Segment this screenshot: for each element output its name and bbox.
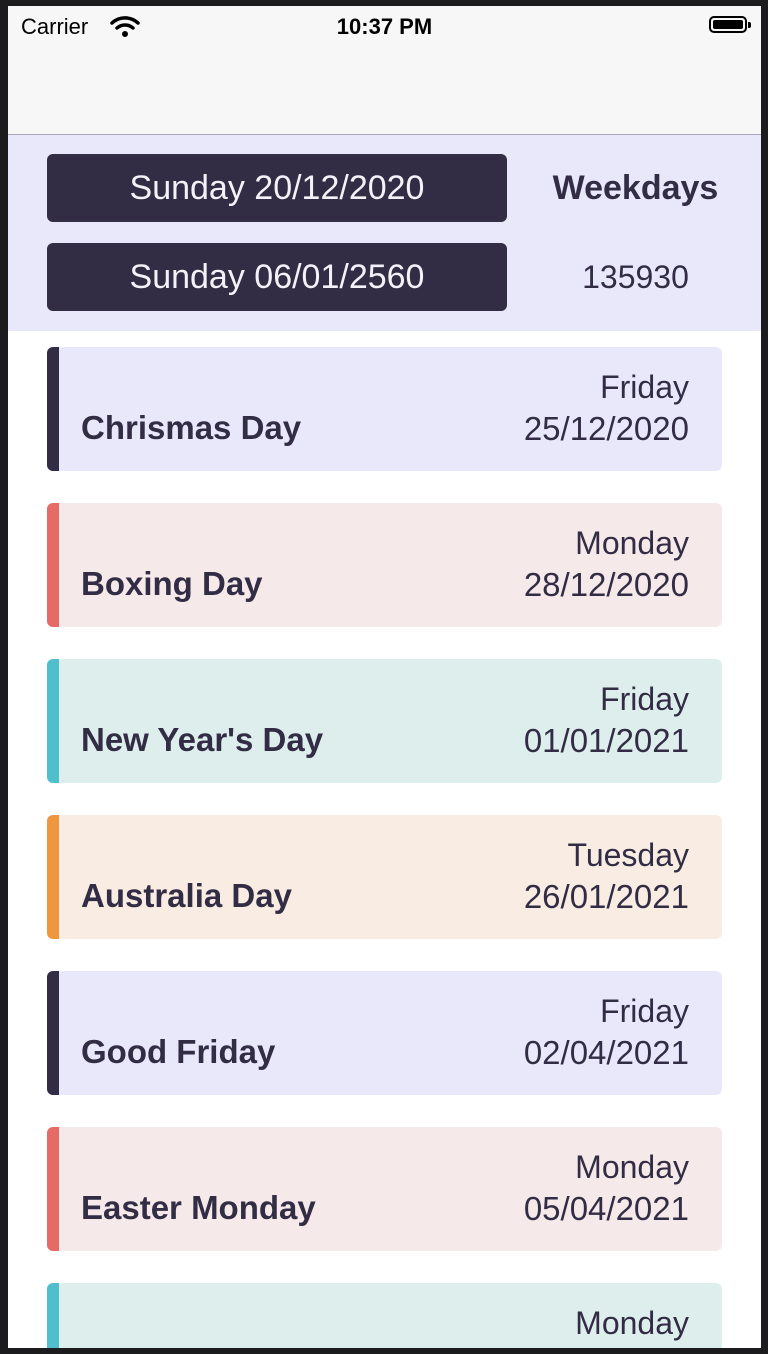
- holiday-weekday: Monday: [575, 1305, 689, 1341]
- holiday-date: 26/01/2021: [523, 878, 689, 915]
- holiday-card[interactable]: Australia Day Tuesday 26/01/2021: [47, 815, 722, 939]
- holiday-name: New Year's Day: [81, 721, 324, 758]
- holiday-weekday: Friday: [600, 681, 689, 717]
- end-date-button[interactable]: Sunday 06/01/2560: [47, 243, 507, 311]
- holiday-weekday: Tuesday: [567, 837, 689, 873]
- holiday-card[interactable]: Easter Monday Monday 05/04/2021: [47, 1127, 722, 1251]
- status-bar: Carrier 10:37 PM: [8, 6, 761, 48]
- navigation-bar: [8, 48, 761, 135]
- holiday-name: Easter Monday: [81, 1189, 316, 1226]
- weekdays-count: 135930: [582, 259, 689, 295]
- holiday-date: 28/12/2020: [523, 566, 689, 603]
- date-range-panel: Sunday 20/12/2020 Sunday 06/01/2560 Week…: [8, 135, 761, 331]
- holiday-weekday: Friday: [600, 369, 689, 405]
- holiday-weekday: Friday: [600, 993, 689, 1029]
- accent-stripe: [47, 659, 59, 783]
- accent-stripe: [47, 1283, 59, 1348]
- accent-stripe: [47, 815, 59, 939]
- holiday-card[interactable]: Monday: [47, 1283, 722, 1348]
- battery-icon: [709, 16, 751, 33]
- holiday-date: 25/12/2020: [523, 410, 689, 447]
- weekdays-title: Weekdays: [552, 169, 719, 207]
- start-date-button[interactable]: Sunday 20/12/2020: [47, 154, 507, 222]
- accent-stripe: [47, 971, 59, 1095]
- holiday-card[interactable]: Chrismas Day Friday 25/12/2020: [47, 347, 722, 471]
- holiday-name: Boxing Day: [81, 565, 263, 602]
- holiday-name: Good Friday: [81, 1033, 276, 1070]
- accent-stripe: [47, 347, 59, 471]
- holiday-date: 02/04/2021: [523, 1034, 689, 1071]
- holiday-name: Australia Day: [81, 877, 292, 914]
- holiday-date: 01/01/2021: [523, 722, 689, 759]
- accent-stripe: [47, 1127, 59, 1251]
- clock-label: 10:37 PM: [336, 14, 433, 39]
- holiday-weekday: Monday: [575, 1149, 689, 1185]
- holiday-card[interactable]: Good Friday Friday 02/04/2021: [47, 971, 722, 1095]
- phone-screen: Carrier 10:37 PM Sunday 20/12/2020 Sunda…: [8, 6, 761, 1348]
- holiday-name: Chrismas Day: [81, 409, 302, 446]
- holiday-card[interactable]: Boxing Day Monday 28/12/2020: [47, 503, 722, 627]
- holiday-weekday: Monday: [575, 525, 689, 561]
- accent-stripe: [47, 503, 59, 627]
- holiday-date: 05/04/2021: [523, 1190, 689, 1227]
- holiday-card[interactable]: New Year's Day Friday 01/01/2021: [47, 659, 722, 783]
